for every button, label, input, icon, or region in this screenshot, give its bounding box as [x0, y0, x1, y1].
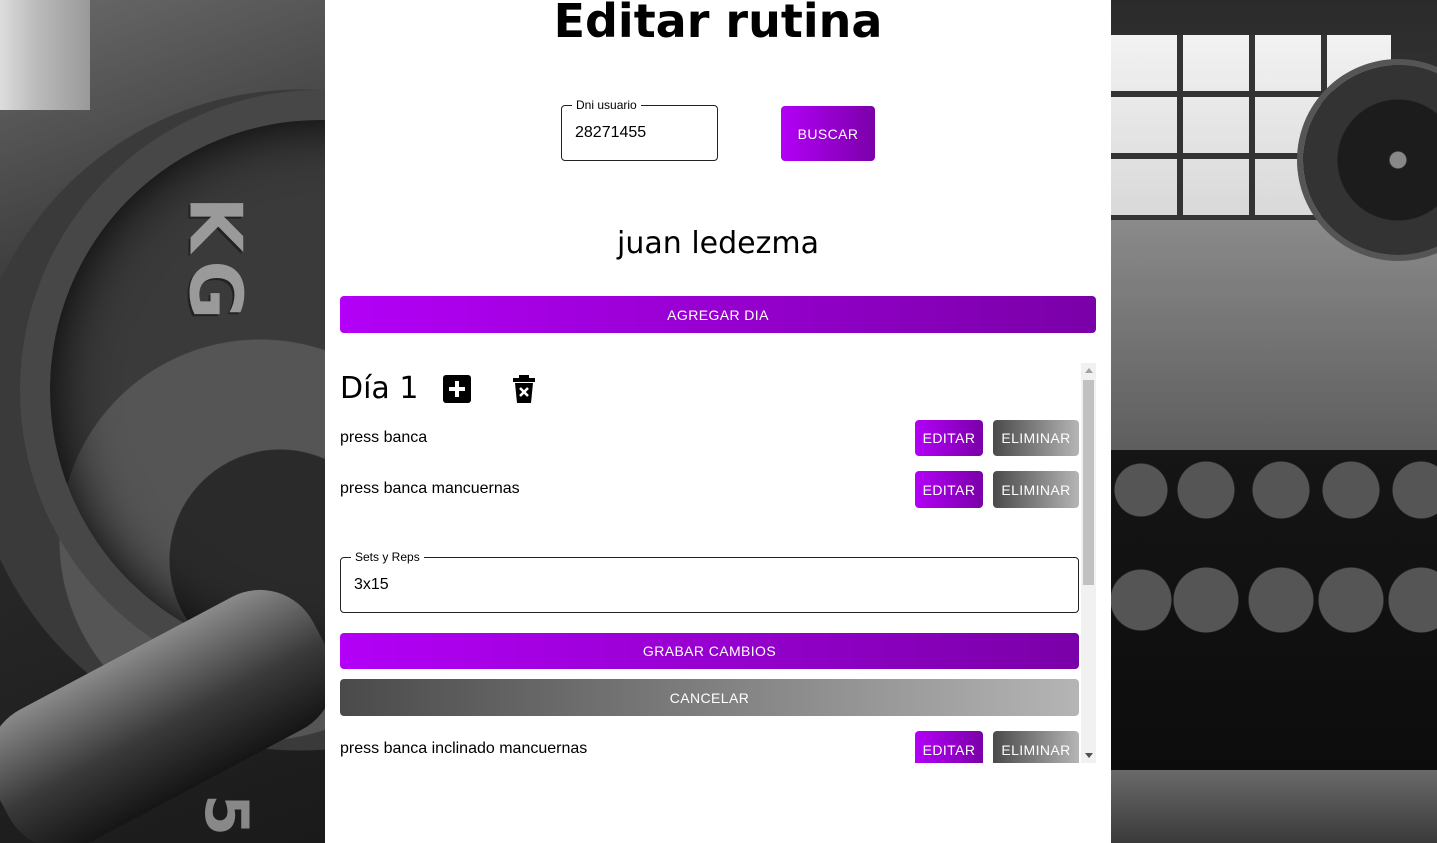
- background-rack-post: [0, 0, 90, 110]
- edit-exercise-button[interactable]: EDITAR: [915, 731, 983, 763]
- search-button[interactable]: BUSCAR: [781, 106, 875, 161]
- main-panel: Editar rutina Dni usuario BUSCAR juan le…: [325, 0, 1111, 843]
- dni-field[interactable]: Dni usuario: [561, 98, 718, 161]
- day-title: Día 1: [340, 371, 419, 406]
- exercise-name: press banca: [340, 429, 428, 446]
- background-bench: [1111, 770, 1437, 843]
- background-barbell-photo: KG 5: [0, 0, 325, 843]
- background-plate-stamp: KG: [173, 196, 258, 328]
- background-dumbbell-rack: [1111, 450, 1437, 780]
- sets-reps-input[interactable]: [354, 558, 1065, 612]
- background-plate-number: 5: [190, 794, 261, 836]
- scroll-down-arrow-icon[interactable]: [1085, 753, 1093, 758]
- delete-exercise-button[interactable]: ELIMINAR: [993, 731, 1079, 763]
- background-gym-photo: [1111, 0, 1437, 843]
- scroll-up-arrow-icon[interactable]: [1085, 368, 1093, 373]
- trash-x-icon[interactable]: [508, 373, 540, 405]
- edit-exercise-button[interactable]: EDITAR: [915, 420, 983, 456]
- delete-exercise-button[interactable]: ELIMINAR: [993, 420, 1079, 456]
- edit-exercise-button[interactable]: EDITAR: [915, 471, 983, 508]
- page-title: Editar rutina: [553, 0, 883, 48]
- exercise-name: press banca inclinado mancuernas: [340, 740, 588, 757]
- exercise-name: press banca mancuernas: [340, 480, 520, 497]
- dni-input[interactable]: [575, 106, 704, 160]
- plus-square-icon[interactable]: [441, 373, 473, 405]
- add-day-button[interactable]: AGREGAR DIA: [340, 296, 1096, 333]
- sets-reps-field[interactable]: Sets y Reps: [340, 550, 1079, 613]
- cancel-button[interactable]: CANCELAR: [340, 679, 1079, 716]
- save-changes-button[interactable]: GRABAR CAMBIOS: [340, 633, 1079, 669]
- day-panel-scrollbar[interactable]: [1081, 363, 1096, 763]
- scrollbar-thumb[interactable]: [1083, 380, 1094, 585]
- day-panel: Día 1 press banca EDITAR ELIMINAR press …: [340, 363, 1096, 763]
- user-name: juan ledezma: [617, 226, 819, 261]
- delete-exercise-button[interactable]: ELIMINAR: [993, 471, 1079, 508]
